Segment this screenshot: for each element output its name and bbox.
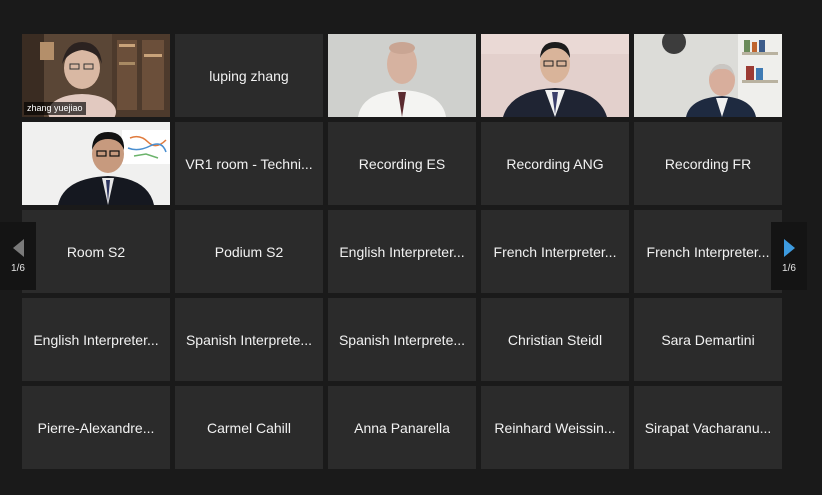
participant-tile[interactable]: [22, 122, 170, 205]
participant-tile[interactable]: luping zhang: [175, 34, 323, 117]
participant-name: Carmel Cahill: [206, 419, 292, 436]
participant-tile[interactable]: Pierre-Alexandre...: [22, 386, 170, 469]
participant-tile[interactable]: Carmel Cahill: [175, 386, 323, 469]
participant-name: Spanish Interprete...: [185, 331, 313, 348]
participant-tile[interactable]: Spanish Interprete...: [328, 298, 476, 381]
participant-name: Pierre-Alexandre...: [37, 419, 155, 436]
participant-video: [328, 34, 476, 117]
participant-tile[interactable]: Sirapat Vacharanu...: [634, 386, 782, 469]
participant-tile[interactable]: Anna Panarella: [328, 386, 476, 469]
participant-name: Anna Panarella: [354, 419, 450, 436]
participant-video: [22, 122, 170, 205]
participant-video: [481, 34, 629, 117]
participant-name: Room S2: [66, 243, 126, 260]
participant-tile[interactable]: English Interpreter...: [22, 298, 170, 381]
participant-name: Recording ANG: [506, 155, 604, 172]
participant-tile[interactable]: VR1 room - Techni...: [175, 122, 323, 205]
participant-name: VR1 room - Techni...: [185, 155, 313, 172]
participant-name: Christian Steidl: [507, 331, 603, 348]
page-indicator: 1/6: [11, 262, 25, 274]
participant-tile[interactable]: English Interpreter...: [328, 210, 476, 293]
participant-tile[interactable]: French Interpreter...: [481, 210, 629, 293]
participant-name: French Interpreter...: [646, 243, 770, 260]
participant-tile[interactable]: [634, 34, 782, 117]
participant-tile[interactable]: Podium S2: [175, 210, 323, 293]
participant-name: luping zhang: [209, 67, 289, 84]
participant-name: Sara Demartini: [661, 331, 755, 348]
participant-tile[interactable]: Reinhard Weissin...: [481, 386, 629, 469]
chevron-right-icon: [783, 238, 795, 257]
previous-page-button[interactable]: 1/6: [0, 222, 36, 290]
participant-tile[interactable]: Spanish Interprete...: [175, 298, 323, 381]
participant-name: Recording ES: [358, 155, 446, 172]
participant-name: French Interpreter...: [493, 243, 617, 260]
participant-tile[interactable]: Room S2: [22, 210, 170, 293]
participant-tile[interactable]: [481, 34, 629, 117]
participant-video: [634, 34, 782, 117]
participant-tile[interactable]: [328, 34, 476, 117]
participant-name: English Interpreter...: [33, 331, 159, 348]
participant-tile[interactable]: Sara Demartini: [634, 298, 782, 381]
participant-grid: zhang yuejiao luping zhang VR1 room - Te…: [22, 34, 784, 469]
participant-name: English Interpreter...: [339, 243, 465, 260]
chevron-left-icon: [12, 238, 24, 257]
next-page-button[interactable]: 1/6: [771, 222, 807, 290]
participant-tile[interactable]: Recording ES: [328, 122, 476, 205]
participant-name: Sirapat Vacharanu...: [644, 419, 772, 436]
participant-name-tag: zhang yuejiao: [24, 102, 86, 115]
participant-name: Recording FR: [664, 155, 752, 172]
participant-tile[interactable]: zhang yuejiao: [22, 34, 170, 117]
participant-tile[interactable]: Recording ANG: [481, 122, 629, 205]
participant-name: Spanish Interprete...: [338, 331, 466, 348]
page-indicator: 1/6: [782, 262, 796, 274]
participant-tile[interactable]: Recording FR: [634, 122, 782, 205]
participant-name: Podium S2: [214, 243, 284, 260]
participant-tile[interactable]: Christian Steidl: [481, 298, 629, 381]
participant-tile[interactable]: French Interpreter...: [634, 210, 782, 293]
participant-name: Reinhard Weissin...: [494, 419, 616, 436]
video-conference-gallery: zhang yuejiao luping zhang VR1 room - Te…: [0, 0, 822, 495]
